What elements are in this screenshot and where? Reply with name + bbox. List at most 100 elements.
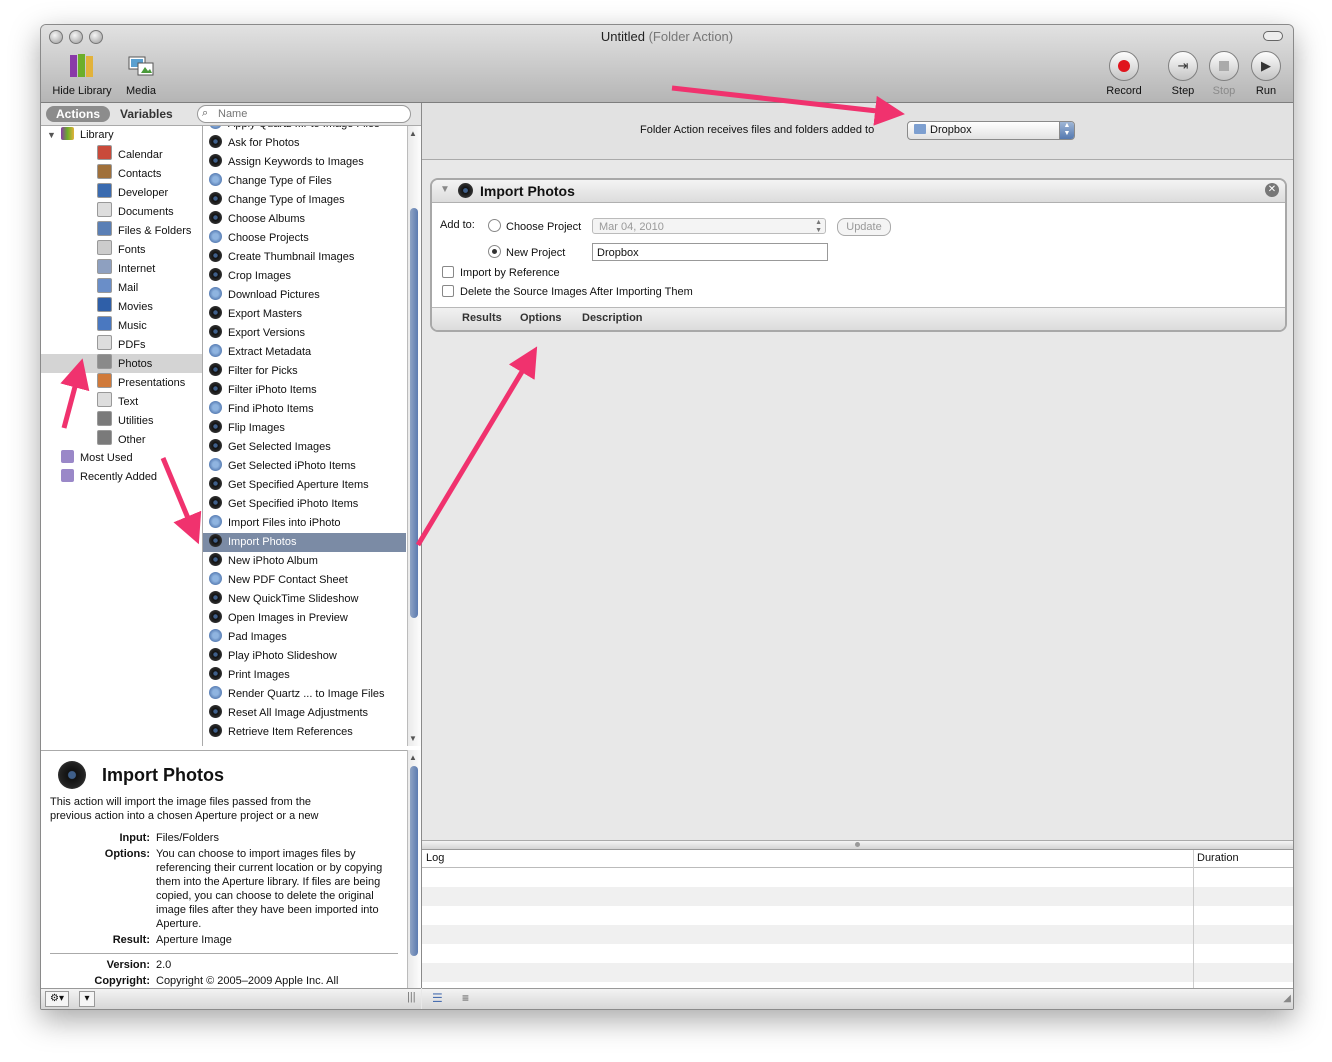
action-item[interactable]: Download Pictures <box>203 286 406 305</box>
smart-group-most-used[interactable]: Most Used <box>41 449 202 468</box>
splitter-grip-icon[interactable]: ||| <box>407 991 416 1003</box>
action-item[interactable]: New PDF Contact Sheet <box>203 571 406 590</box>
title-bar: Untitled (Folder Action) Hide Library Me… <box>41 25 1293 103</box>
action-item[interactable]: Create Thumbnail Images <box>203 248 406 267</box>
action-item[interactable]: Get Selected iPhoto Items <box>203 457 406 476</box>
description-tab[interactable]: Description <box>582 312 643 324</box>
developer-icon <box>97 183 112 198</box>
hide-library-button[interactable]: Hide Library <box>49 51 115 97</box>
library-root[interactable]: ▼ Library <box>41 126 202 145</box>
action-icon <box>209 344 222 357</box>
update-button[interactable]: Update <box>837 218 891 236</box>
scroll-down-icon[interactable]: ▼ <box>409 734 417 743</box>
duration-column-header[interactable]: Duration <box>1197 850 1239 867</box>
action-item[interactable]: Choose Albums <box>203 210 406 229</box>
action-item[interactable]: Get Selected Images <box>203 438 406 457</box>
action-item[interactable]: Ask for Photos <box>203 134 406 153</box>
action-item[interactable]: Open Images in Preview <box>203 609 406 628</box>
disclosure-triangle-icon[interactable]: ▼ <box>47 126 56 145</box>
media-button[interactable]: Media <box>121 51 161 97</box>
action-item[interactable]: Pad Images <box>203 628 406 647</box>
library-item-music[interactable]: Music <box>41 316 202 335</box>
new-project-name-field[interactable]: Dropbox <box>592 243 828 261</box>
list-view-icon[interactable]: ☰ <box>432 991 443 1005</box>
log-column-header[interactable]: Log <box>426 850 444 867</box>
import-by-reference-checkbox[interactable]: Import by Reference <box>442 266 560 279</box>
action-item[interactable]: Retrieve Item References <box>203 723 406 742</box>
action-item[interactable]: Play iPhoto Slideshow <box>203 647 406 666</box>
library-item-photos[interactable]: Photos <box>41 354 202 373</box>
action-item[interactable]: Print Images <box>203 666 406 685</box>
log-row <box>422 887 1293 906</box>
library-item-presentations[interactable]: Presentations <box>41 373 202 392</box>
tab-variables[interactable]: Variables <box>110 106 183 122</box>
delete-source-checkbox[interactable]: Delete the Source Images After Importing… <box>442 285 693 298</box>
library-item-internet[interactable]: Internet <box>41 259 202 278</box>
action-item[interactable]: Crop Images <box>203 267 406 286</box>
action-item[interactable]: Change Type of Images <box>203 191 406 210</box>
action-item[interactable]: Reset All Image Adjustments <box>203 704 406 723</box>
gear-icon[interactable]: ⚙▾ <box>45 991 69 1007</box>
actions-scrollbar[interactable]: ▲ ▼ <box>407 126 421 746</box>
stop-button[interactable]: Stop <box>1204 51 1244 97</box>
library-item-pdfs[interactable]: PDFs <box>41 335 202 354</box>
remove-action-icon[interactable]: ✕ <box>1265 183 1279 197</box>
results-tab[interactable]: Results <box>462 312 502 324</box>
library-item-fonts[interactable]: Fonts <box>41 240 202 259</box>
collapse-triangle-icon[interactable]: ▼ <box>440 184 450 195</box>
library-item-text[interactable]: Text <box>41 392 202 411</box>
library-icon <box>61 127 74 140</box>
project-date-popup[interactable]: Mar 04, 2010 ▲ ▼ <box>592 218 826 234</box>
description-divider <box>50 953 398 954</box>
action-item[interactable]: New iPhoto Album <box>203 552 406 571</box>
smart-group-recently-added[interactable]: Recently Added <box>41 468 202 487</box>
action-item[interactable]: Find iPhoto Items <box>203 400 406 419</box>
action-item[interactable]: Export Versions <box>203 324 406 343</box>
toggle-description-icon[interactable]: ▾ <box>79 991 95 1007</box>
description-scrollbar[interactable]: ▲ <box>407 750 421 988</box>
action-item[interactable]: Flip Images <box>203 419 406 438</box>
choose-project-radio[interactable]: Choose Project <box>488 219 581 233</box>
step-button[interactable]: ⇥ Step <box>1163 51 1203 97</box>
toolbar-toggle-button[interactable] <box>1263 31 1283 41</box>
action-item[interactable]: Assign Keywords to Images <box>203 153 406 172</box>
new-project-radio[interactable]: New Project <box>488 245 565 259</box>
description-result: Result: Aperture Image <box>112 934 232 946</box>
action-item[interactable]: Import Photos <box>203 533 406 552</box>
action-item[interactable]: New QuickTime Slideshow <box>203 590 406 609</box>
scroll-up-icon[interactable]: ▲ <box>409 753 417 762</box>
folder-popup[interactable]: Dropbox ▲ ▼ <box>907 121 1075 140</box>
library-item-mail[interactable]: Mail <box>41 278 202 297</box>
tab-actions[interactable]: Actions <box>46 106 111 122</box>
library-item-movies[interactable]: Movies <box>41 297 202 316</box>
action-item[interactable]: Get Specified iPhoto Items <box>203 495 406 514</box>
library-item-other[interactable]: Other <box>41 430 202 449</box>
action-item[interactable]: Change Type of Files <box>203 172 406 191</box>
action-item[interactable]: Apply Quartz ...r to Image Files <box>203 126 406 134</box>
action-item[interactable]: Filter for Picks <box>203 362 406 381</box>
action-item[interactable]: Render Quartz ... to Image Files <box>203 685 406 704</box>
library-item-contacts[interactable]: Contacts <box>41 164 202 183</box>
library-item-files-folders[interactable]: Files & Folders <box>41 221 202 240</box>
flow-view-icon[interactable]: ≡ <box>462 991 469 1005</box>
scroll-thumb[interactable] <box>410 208 418 618</box>
run-button[interactable]: ▶ Run <box>1246 51 1286 97</box>
search-input[interactable] <box>216 107 406 121</box>
action-item[interactable]: Get Specified Aperture Items <box>203 476 406 495</box>
action-item[interactable]: Import Files into iPhoto <box>203 514 406 533</box>
action-item[interactable]: Extract Metadata <box>203 343 406 362</box>
action-icon <box>209 306 222 319</box>
scroll-thumb[interactable] <box>410 766 418 956</box>
splitter-grip-icon[interactable] <box>855 842 860 847</box>
action-item[interactable]: Export Masters <box>203 305 406 324</box>
library-item-utilities[interactable]: Utilities <box>41 411 202 430</box>
library-item-documents[interactable]: Documents <box>41 202 202 221</box>
resize-grip-icon[interactable]: ◢ <box>1283 993 1291 1004</box>
scroll-up-icon[interactable]: ▲ <box>409 129 417 138</box>
options-tab[interactable]: Options <box>520 312 562 324</box>
record-button[interactable]: Record <box>1103 51 1145 97</box>
action-item[interactable]: Filter iPhoto Items <box>203 381 406 400</box>
library-item-calendar[interactable]: Calendar <box>41 145 202 164</box>
action-item[interactable]: Choose Projects <box>203 229 406 248</box>
library-item-developer[interactable]: Developer <box>41 183 202 202</box>
